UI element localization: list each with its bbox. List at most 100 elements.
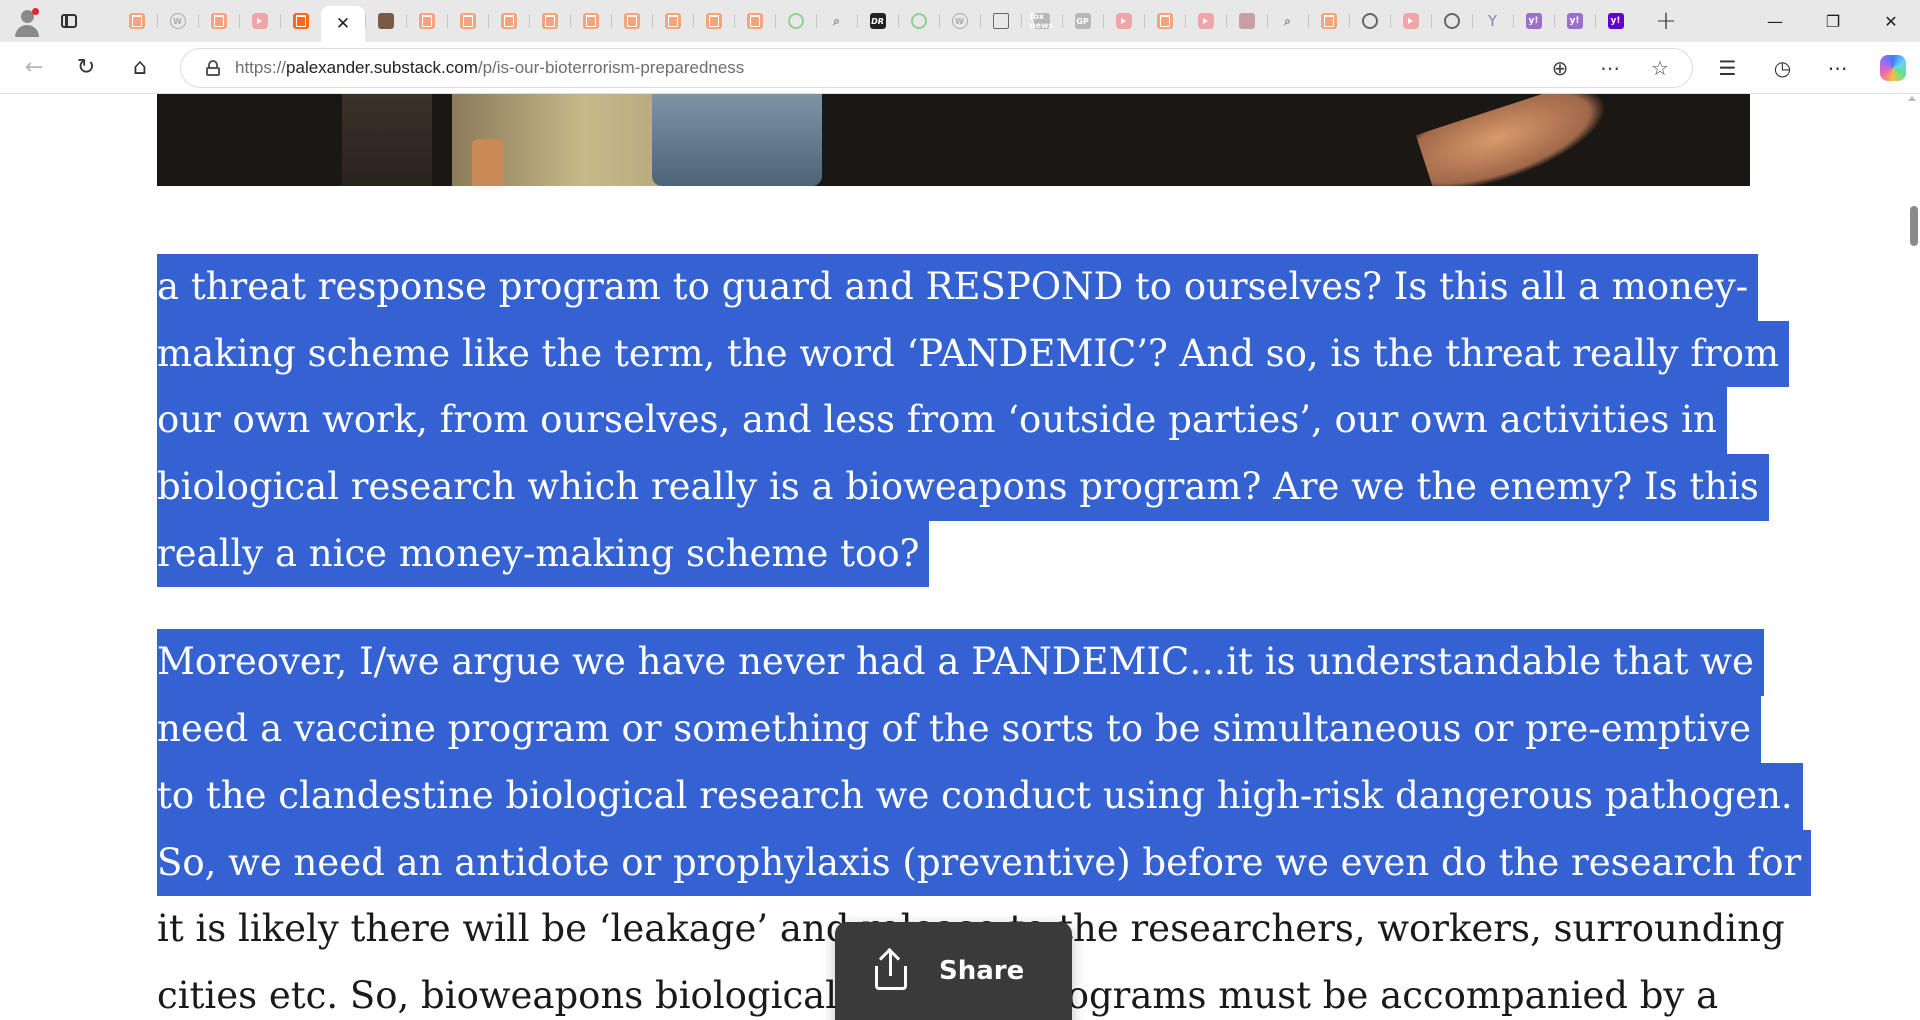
close-window-button[interactable]: ✕ (1862, 0, 1920, 42)
doc-favicon-icon (992, 13, 1009, 29)
history-icon[interactable]: ◷ (1755, 48, 1810, 88)
tab-search[interactable]: ⌕ (1267, 4, 1308, 38)
tab-foxnews[interactable]: fox news (1021, 4, 1062, 38)
tab-book[interactable] (1226, 4, 1267, 38)
text-line: Moreover, I/we argue we have never had a… (157, 629, 1764, 697)
text-line-content: making scheme like the term, the word ‘P… (157, 320, 1790, 388)
article-hero-image (157, 94, 1750, 186)
tab-substack[interactable] (198, 4, 239, 38)
text-line: biological research which really is a bi… (157, 454, 1769, 521)
foxnews-favicon-icon: fox news (1029, 12, 1054, 30)
tab-substack-active[interactable] (280, 4, 321, 38)
tab-youtube[interactable] (1185, 4, 1226, 38)
tab-wordpress[interactable]: W (157, 4, 198, 38)
url-text[interactable]: https://palexander.substack.com/p/is-our… (235, 58, 744, 78)
address-bar[interactable]: https://palexander.substack.com/p/is-our… (180, 47, 1693, 88)
tab-substack[interactable] (406, 4, 447, 38)
new-tab-button[interactable]: + (1646, 4, 1686, 38)
minimize-button[interactable]: — (1746, 0, 1804, 42)
tab-youtube[interactable] (239, 4, 280, 38)
url-host: palexander.substack.com (286, 57, 478, 77)
tab-yahoo[interactable]: y! (1554, 4, 1595, 38)
copilot-icon[interactable] (1865, 48, 1920, 88)
tab-substack[interactable] (570, 4, 611, 38)
article-body: a threat response program to guard and R… (157, 254, 1812, 1020)
tab-substack[interactable] (693, 4, 734, 38)
youtube-favicon-icon (1197, 13, 1214, 29)
close-tab-icon[interactable]: ✕ (336, 14, 350, 34)
lock-icon[interactable] (205, 59, 221, 76)
tab-current[interactable]: ✕ (321, 6, 365, 42)
substack-favicon-icon (664, 13, 681, 29)
tab-substack[interactable] (1308, 4, 1349, 38)
substack-favicon-icon (418, 13, 435, 29)
tab-actions-icon[interactable] (52, 4, 86, 38)
tab-substack[interactable] (734, 4, 775, 38)
tab-doc[interactable] (980, 4, 1021, 38)
youtube-favicon-icon (1115, 13, 1132, 29)
substack-favicon-icon (705, 13, 722, 29)
book-favicon-icon (1238, 13, 1255, 29)
text-line: making scheme like the term, the word ‘P… (157, 320, 1790, 388)
tab-yahoo-active[interactable]: y! (1595, 4, 1636, 38)
tab-substack[interactable] (447, 4, 488, 38)
tab-yahoo[interactable]: y! (1513, 4, 1554, 38)
tab-youtube[interactable] (1103, 4, 1144, 38)
text-line-content: to the clandestine biological research w… (157, 762, 1803, 830)
substack-favicon-icon (1320, 13, 1337, 29)
text-line: a threat response program to guard and R… (157, 254, 1759, 321)
tab-dr[interactable]: DR (857, 4, 898, 38)
zoom-icon[interactable]: ⊕ (1538, 51, 1582, 85)
restore-button[interactable]: ❐ (1804, 0, 1862, 42)
share-button[interactable]: Share (835, 922, 1072, 1020)
profile-avatar-icon[interactable] (10, 4, 44, 38)
text-line-content: So, we need an antidote or prophylaxis (… (157, 829, 1812, 897)
text-line-content: biological research which really is a bi… (157, 454, 1769, 521)
tab-substack[interactable] (116, 4, 157, 38)
refresh-button[interactable]: ↻ (66, 48, 106, 88)
text-line-content: need a vaccine program or something of t… (157, 696, 1761, 763)
tab-wordpress[interactable]: W (939, 4, 980, 38)
scroll-up-arrow[interactable] (1908, 96, 1916, 101)
tab-gp[interactable]: GP (1062, 4, 1103, 38)
scrollbar-thumb[interactable] (1910, 206, 1918, 246)
tab-search[interactable]: ⌕ (816, 4, 857, 38)
youtube-favicon-icon (251, 13, 268, 29)
text-line: to the clandestine biological research w… (157, 762, 1803, 830)
tab-substack[interactable] (529, 4, 570, 38)
tab-play[interactable] (898, 4, 939, 38)
substack-favicon-icon (541, 13, 558, 29)
tab-substack[interactable] (652, 4, 693, 38)
substack-favicon-icon (210, 13, 227, 29)
more-menu-icon[interactable]: ⋯ (1810, 48, 1865, 88)
photo-favicon-icon (377, 13, 394, 29)
text-line: need a vaccine program or something of t… (157, 696, 1761, 763)
back-button[interactable]: ← (14, 48, 54, 88)
share-label: Share (939, 956, 1025, 986)
tab-circle-bar[interactable] (1431, 4, 1472, 38)
dr-favicon-icon: DR (869, 13, 886, 29)
substack-active-favicon-icon (292, 13, 309, 29)
home-button[interactable]: ⌂ (120, 48, 160, 88)
search-favicon-icon: ⌕ (833, 13, 840, 28)
substack-favicon-icon (746, 13, 763, 29)
youtube-favicon-icon (1402, 13, 1419, 29)
tab-substack[interactable] (488, 4, 529, 38)
tab-substack[interactable] (1144, 4, 1185, 38)
tab-y[interactable]: Y (1472, 4, 1513, 38)
tab-photo[interactable] (365, 4, 406, 38)
tab-substack[interactable] (611, 4, 652, 38)
yahoo-favicon-icon: y! (1525, 13, 1542, 29)
tab-circle[interactable] (1349, 4, 1390, 38)
read-aloud-icon[interactable]: ⋯ (1588, 51, 1632, 85)
tab-youtube[interactable] (1390, 4, 1431, 38)
favorite-star-icon[interactable]: ☆ (1638, 51, 1682, 85)
wordpress-favicon-icon: W (951, 13, 968, 29)
share-icon (873, 952, 909, 992)
yahoo-favicon-icon: y! (1566, 13, 1583, 29)
text-line-content: Moreover, I/we argue we have never had a… (157, 629, 1764, 697)
text-line: really a nice money-making scheme too? (157, 520, 1757, 588)
favorites-icon[interactable]: ☰ (1700, 48, 1755, 88)
tab-play[interactable] (775, 4, 816, 38)
text-line-content: a threat response program to guard and R… (157, 254, 1759, 321)
